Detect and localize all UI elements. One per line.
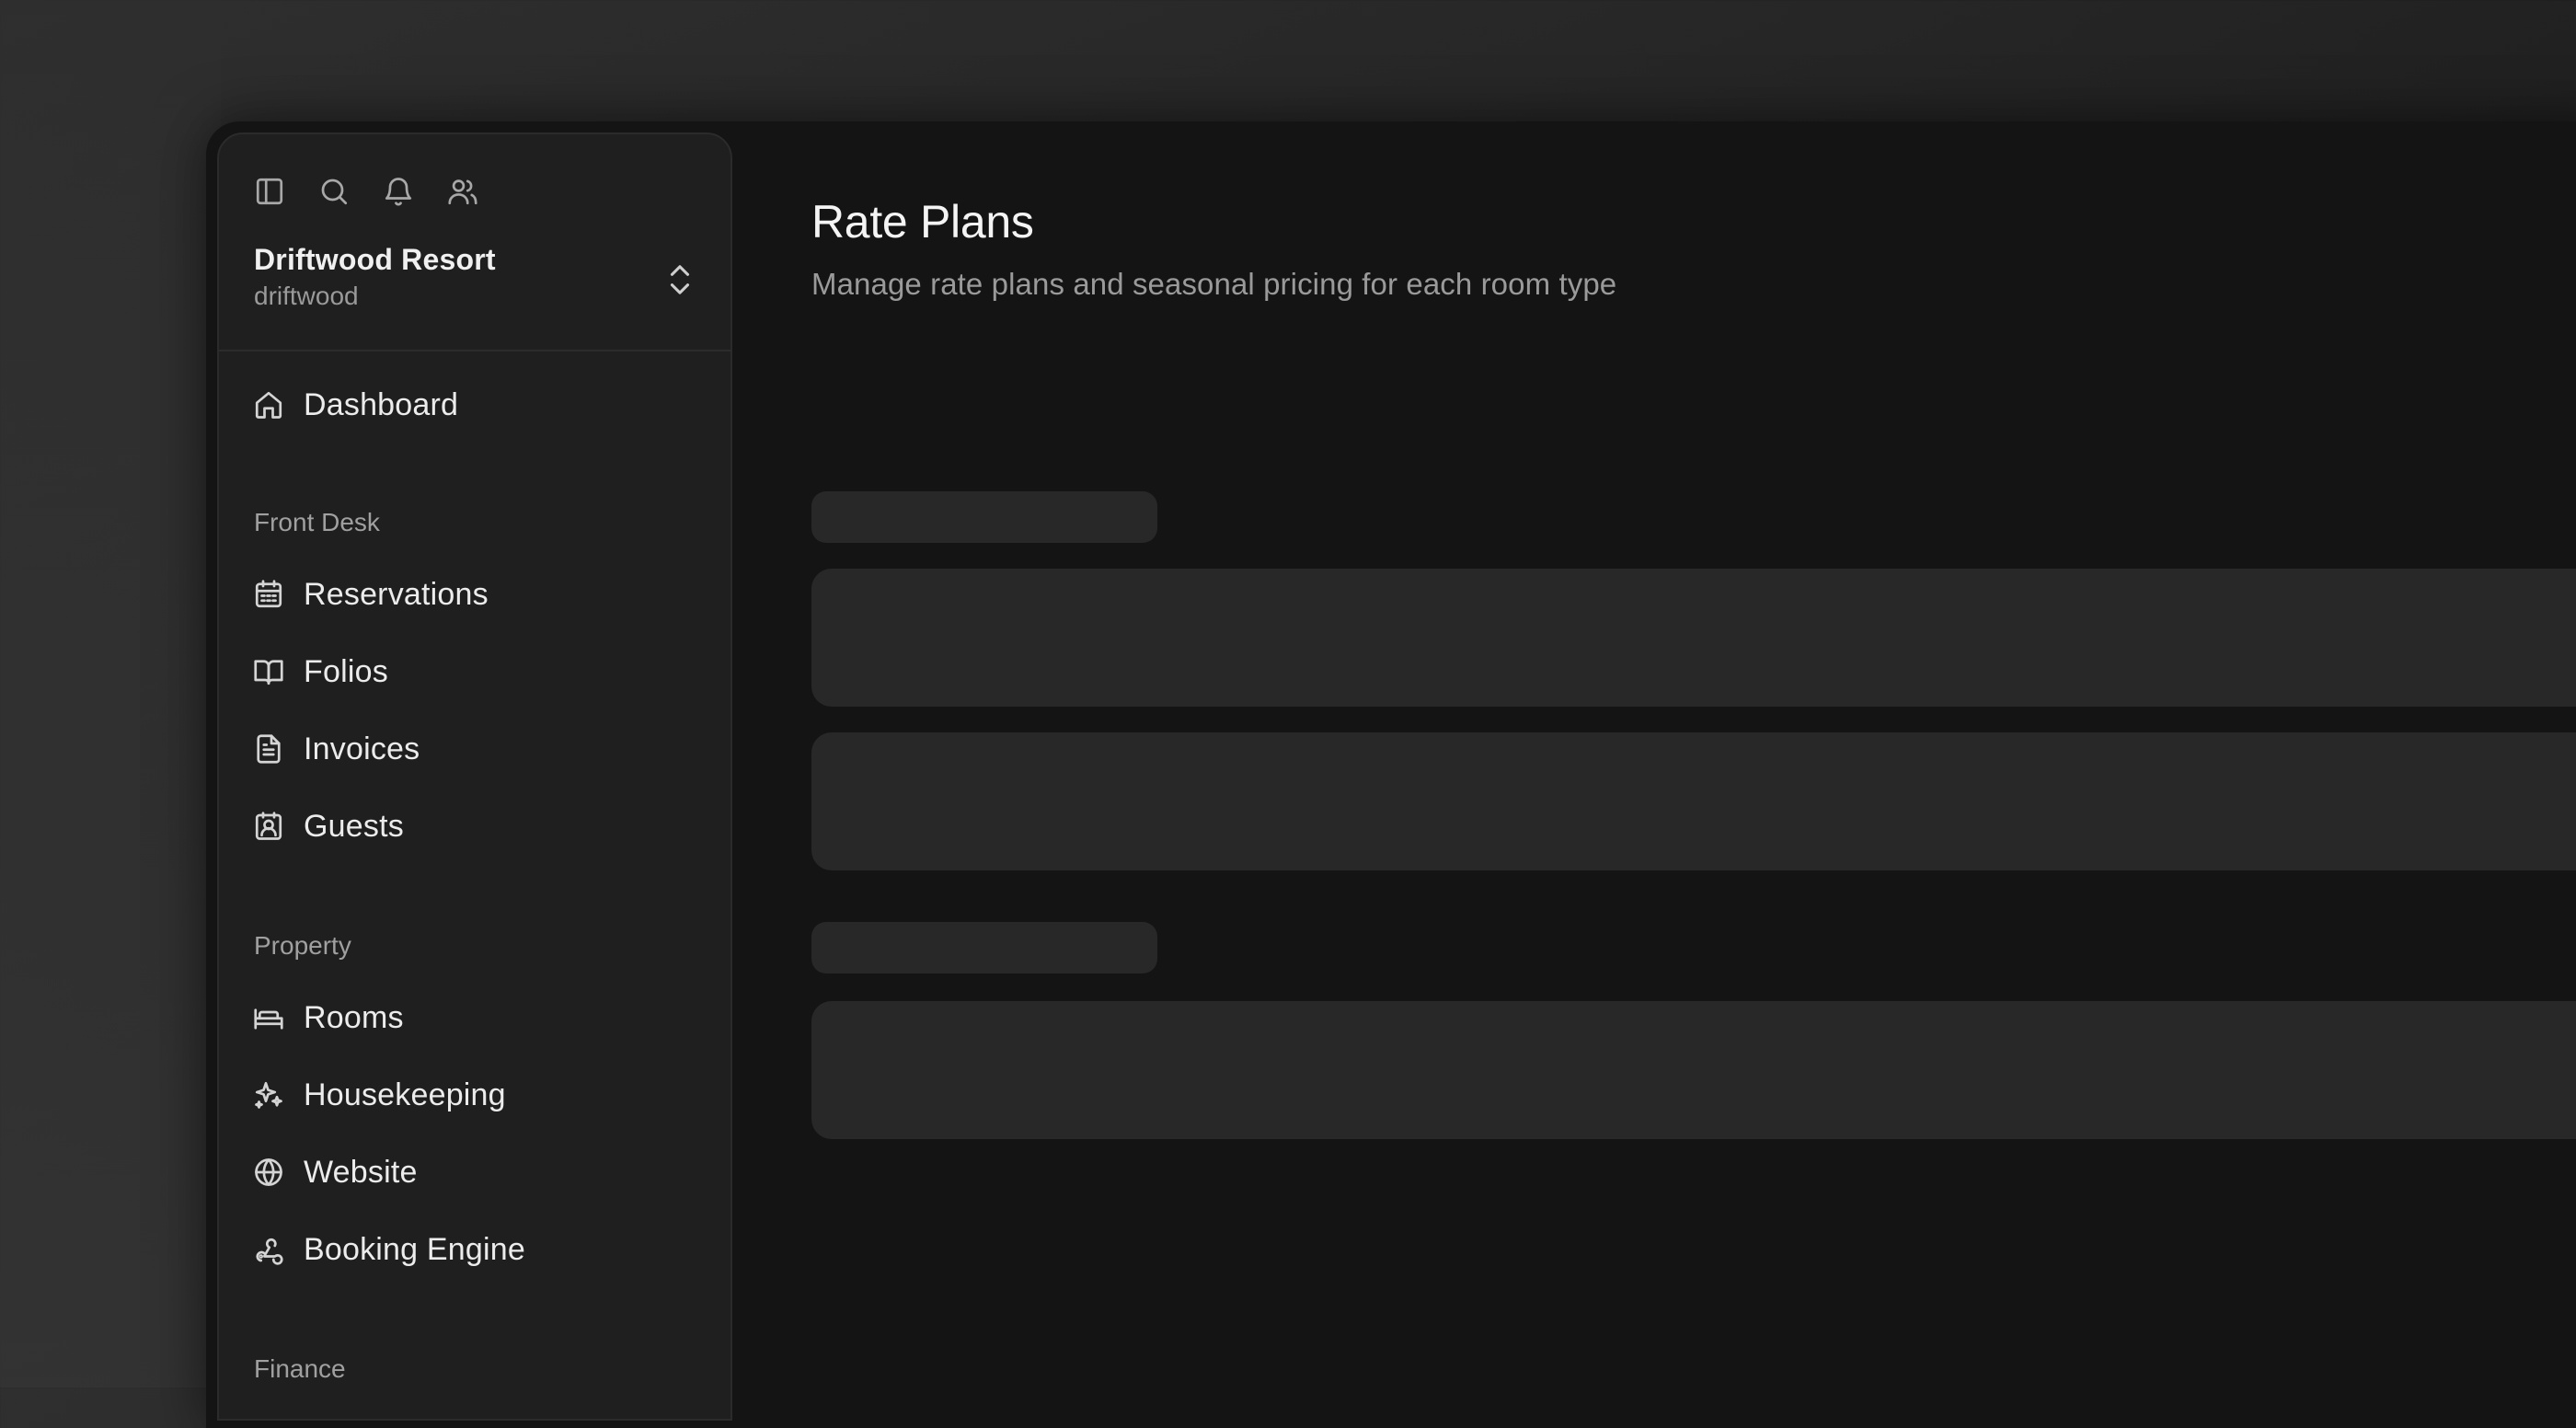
sidebar-item-label: Rooms	[304, 999, 404, 1035]
globe-icon	[255, 1158, 282, 1186]
sidebar-item-label: Website	[304, 1154, 418, 1190]
loading-skeleton-heading	[811, 922, 1157, 973]
org-name: Driftwood Resort	[254, 243, 496, 276]
sidebar-divider	[219, 350, 730, 351]
loading-skeleton-card	[811, 569, 2576, 707]
webhook-icon	[256, 1238, 283, 1265]
sidebar-item-booking-engine[interactable]: Booking Engine	[252, 1224, 694, 1275]
desktop-backdrop	[0, 0, 221, 1388]
page-title: Rate Plans	[811, 196, 1034, 248]
sidebar-item-rooms[interactable]: Rooms	[252, 992, 694, 1043]
sidebar-item-label: Folios	[304, 653, 388, 689]
bed-icon	[254, 1008, 283, 1030]
org-slug: driftwood	[254, 282, 359, 310]
org-switcher[interactable]: Driftwood Resort driftwood	[254, 243, 699, 326]
sidebar-item-reservations[interactable]: Reservations	[252, 569, 694, 620]
sidebar-item-label: Booking Engine	[304, 1231, 525, 1267]
sparkles-icon	[255, 1081, 282, 1109]
search-icon[interactable]	[315, 172, 353, 211]
sidebar-item-folios[interactable]: Folios	[252, 646, 694, 697]
sidebar-item-invoices[interactable]: Invoices	[252, 723, 694, 775]
loading-skeleton-card	[811, 1001, 2576, 1139]
section-label-finance: Finance	[254, 1354, 346, 1383]
sidebar-item-housekeeping[interactable]: Housekeeping	[252, 1069, 694, 1121]
loading-skeleton-card	[811, 732, 2576, 870]
sidebar-item-label: Reservations	[304, 576, 489, 612]
sidebar-item-label: Housekeeping	[304, 1077, 506, 1112]
loading-skeleton-heading	[811, 491, 1157, 543]
sidebar-toolbar	[250, 169, 482, 213]
sidebar-item-dashboard[interactable]: Dashboard	[252, 379, 694, 431]
section-label-front-desk: Front Desk	[254, 508, 380, 536]
users-icon[interactable]	[443, 172, 482, 211]
sidebar-item-label: Invoices	[304, 731, 420, 766]
sidebar-item-guests[interactable]: Guests	[252, 800, 694, 852]
page-subtitle: Manage rate plans and seasonal pricing f…	[811, 267, 1617, 301]
bell-icon[interactable]	[379, 172, 418, 211]
chevrons-up-down-icon[interactable]	[664, 261, 697, 298]
home-icon	[255, 391, 282, 419]
sidebar-item-website[interactable]: Website	[252, 1146, 694, 1198]
calendar-icon	[255, 580, 282, 608]
file-text-icon	[257, 734, 281, 764]
sidebar-item-label: Dashboard	[304, 386, 459, 422]
sidebar-item-label: Guests	[304, 808, 404, 844]
sidebar: Driftwood Resort driftwood Dashboard Fro…	[217, 132, 732, 1421]
section-label-property: Property	[254, 931, 351, 960]
book-open-icon	[254, 660, 283, 685]
sidebar-toggle-icon[interactable]	[250, 172, 289, 211]
contact-icon	[255, 812, 282, 840]
